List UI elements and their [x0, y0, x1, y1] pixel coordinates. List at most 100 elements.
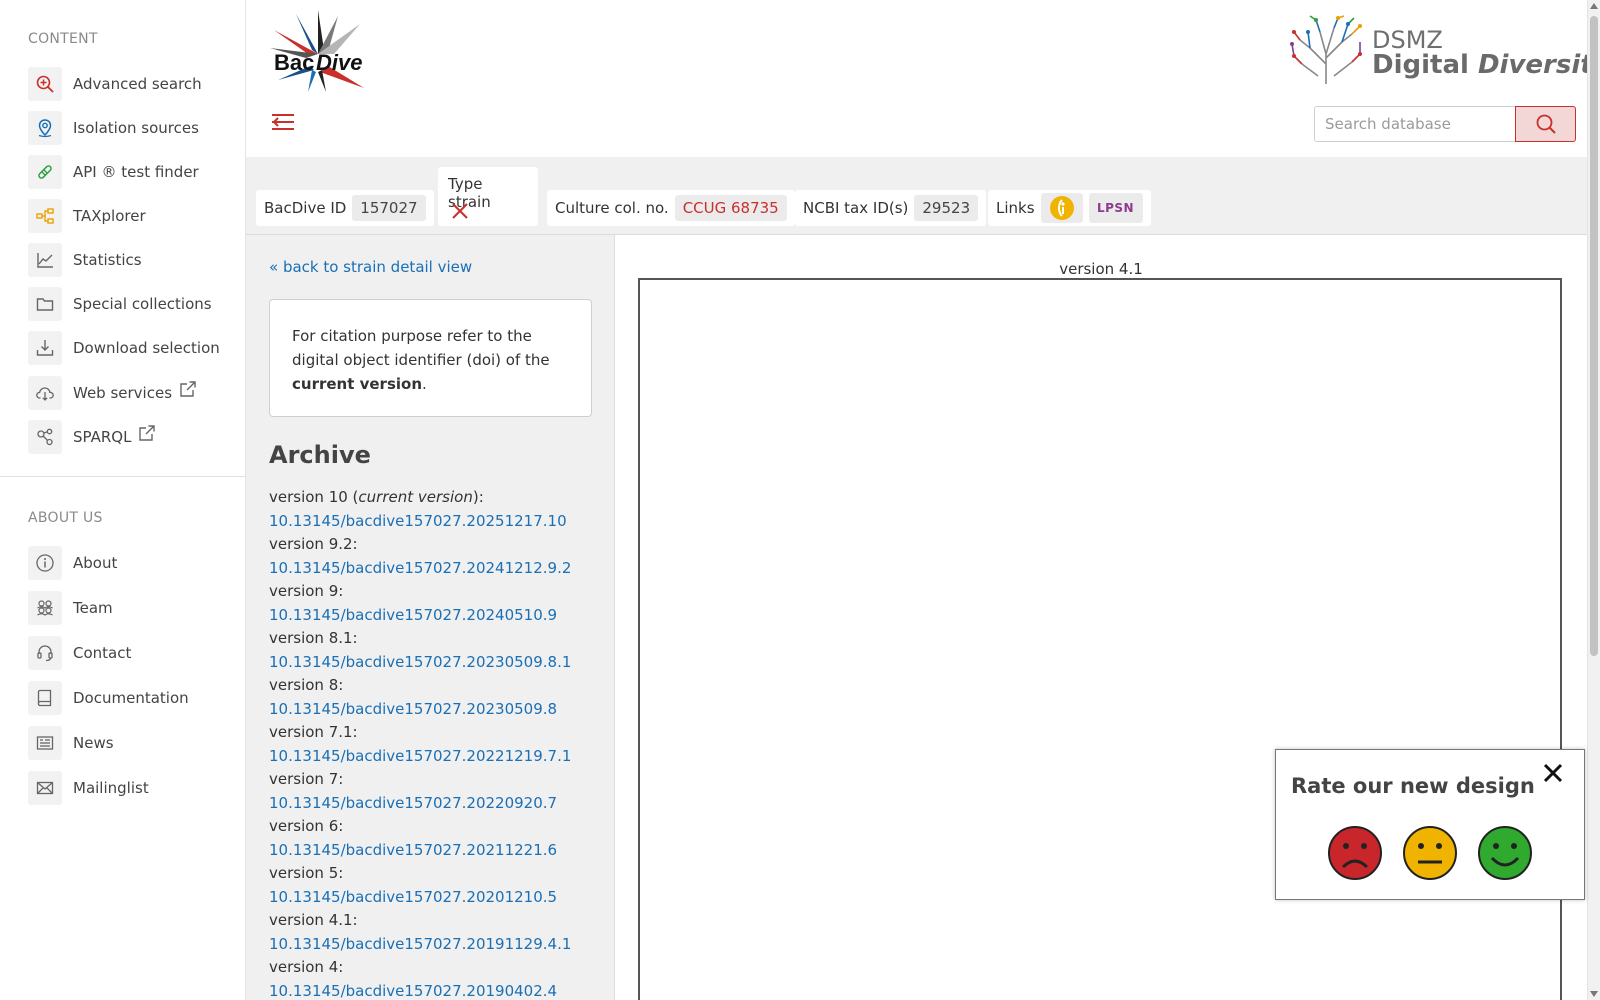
share-nodes-icon: [28, 420, 62, 454]
archive-doi-link[interactable]: 10.13145/bacdive157027.20191129.4.1: [269, 933, 609, 957]
team-icon: [28, 591, 62, 625]
envelope-icon: [28, 771, 62, 805]
dsmz-logo[interactable]: DSMZ Digital Diversity: [1290, 14, 1600, 86]
archive-doi-link[interactable]: 10.13145/bacdive157027.20240510.9: [269, 604, 609, 628]
ncbi-label: NCBI tax ID(s): [803, 199, 909, 217]
hierarchy-icon: [28, 199, 62, 233]
archive-version-label: version 8.1:: [269, 629, 358, 647]
archive-title: Archive: [269, 441, 371, 469]
page-scrollbar[interactable]: [1587, 0, 1600, 1000]
links-chip: Links LPSN: [988, 190, 1151, 226]
archive-panel: « back to strain detail view For citatio…: [246, 235, 615, 1000]
nav-contact[interactable]: Contact: [28, 635, 238, 671]
newspaper-icon: [28, 726, 62, 760]
strain-info-bar: BacDive ID 157027 Type strain Culture co…: [246, 157, 1587, 235]
back-to-strain-link[interactable]: « back to strain detail view: [269, 258, 472, 276]
folder-icon: [28, 287, 62, 321]
nav-label: TAXplorer: [73, 207, 146, 225]
bacdive-id-value: 157027: [352, 195, 426, 221]
archive-doi-link[interactable]: 10.13145/bacdive157027.20230509.8.1: [269, 651, 609, 675]
cross-icon: [452, 203, 468, 219]
sad-face-icon[interactable]: [1327, 825, 1383, 881]
nav-label: API ® test finder: [73, 163, 199, 181]
search-icon: [1536, 114, 1556, 134]
lpsn-link[interactable]: LPSN: [1088, 193, 1143, 223]
nav-sparql[interactable]: SPARQL: [28, 419, 238, 455]
archive-doi-link[interactable]: 10.13145/bacdive157027.20201210.5: [269, 886, 609, 910]
links-label: Links: [996, 199, 1035, 217]
nav-label: Download selection: [73, 339, 220, 357]
version-text: version 10 (: [269, 488, 359, 506]
magnifier-plus-icon: [28, 67, 62, 101]
dsmz-logo-line2: Digital Diversity: [1372, 52, 1600, 78]
nav-taxplorer[interactable]: TAXplorer: [28, 198, 238, 234]
scrollbar-thumb[interactable]: [1590, 16, 1598, 656]
archive-list: version 10 (current version): 10.13145/b…: [269, 486, 609, 1000]
line-chart-icon: [28, 243, 62, 277]
nav-news[interactable]: News: [28, 725, 238, 761]
nav-label: Advanced search: [73, 75, 202, 93]
dsmz-logo-diversity: Diversity: [1477, 50, 1600, 80]
nav-label: Web services: [73, 384, 173, 402]
nav-documentation[interactable]: Documentation: [28, 680, 238, 716]
citation-bold: current version: [292, 375, 423, 393]
archive-version-label: version 6:: [269, 817, 344, 835]
straininfo-icon: [1049, 196, 1074, 220]
close-icon[interactable]: [1540, 760, 1566, 786]
sidebar: CONTENT Advanced search Isolation source…: [0, 0, 246, 1000]
happy-face-icon[interactable]: [1477, 825, 1533, 881]
external-link-icon: [139, 425, 156, 441]
citation-end: .: [422, 375, 427, 393]
scroll-down-arrow-icon[interactable]: [1590, 991, 1598, 997]
archive-doi-link[interactable]: 10.13145/bacdive157027.20230509.8: [269, 698, 609, 722]
nav-about[interactable]: About: [28, 545, 238, 581]
nav-statistics[interactable]: Statistics: [28, 242, 238, 278]
neutral-face-icon[interactable]: [1402, 825, 1458, 881]
archive-doi-link[interactable]: 10.13145/bacdive157027.20221219.7.1: [269, 745, 609, 769]
culture-value-link[interactable]: CCUG 68735: [674, 195, 787, 221]
cloud-download-icon: [28, 376, 62, 410]
ncbi-value[interactable]: 29523: [914, 195, 979, 221]
nav-label: Documentation: [73, 689, 189, 707]
citation-note: For citation purpose refer to the digita…: [269, 299, 592, 417]
info-icon: [28, 546, 62, 580]
sidebar-divider: [0, 476, 246, 477]
archive-version-label: version 5:: [269, 864, 344, 882]
nav-label: Team: [73, 599, 113, 617]
straininfo-link[interactable]: [1040, 193, 1083, 223]
rating-popup: Rate our new design: [1275, 749, 1585, 900]
version-label: version 4.1: [1059, 260, 1143, 278]
culture-label: Culture col. no.: [555, 199, 669, 217]
nav-team[interactable]: Team: [28, 590, 238, 626]
search-input[interactable]: [1314, 106, 1516, 142]
nav-advanced-search[interactable]: Advanced search: [28, 66, 238, 102]
archive-doi-link[interactable]: 10.13145/bacdive157027.20241212.9.2: [269, 557, 609, 581]
nav-label: Contact: [73, 644, 132, 662]
archive-version-label: version 7.1:: [269, 723, 358, 741]
rating-title: Rate our new design: [1291, 774, 1535, 798]
search-button[interactable]: [1515, 106, 1576, 142]
scroll-up-arrow-icon[interactable]: [1590, 3, 1598, 9]
type-strain-chip: Type strain: [438, 167, 538, 226]
nav-mailinglist[interactable]: Mailinglist: [28, 770, 238, 806]
bacdive-logo[interactable]: Bac Dive: [268, 10, 370, 92]
version-end: ):: [472, 488, 484, 506]
nav-web-services[interactable]: Web services: [28, 375, 238, 411]
nav-isolation-sources[interactable]: Isolation sources: [28, 110, 238, 146]
dsmz-tree-icon: [1290, 15, 1362, 84]
archive-doi-link[interactable]: 10.13145/bacdive157027.20220920.7: [269, 792, 609, 816]
nav-label: Statistics: [73, 251, 142, 269]
dsmz-logo-digital: Digital: [1372, 50, 1478, 80]
nav-special-collections[interactable]: Special collections: [28, 286, 238, 322]
nav-api-test-finder[interactable]: API ® test finder: [28, 154, 238, 190]
archive-version-label: version 8:: [269, 676, 344, 694]
book-icon: [28, 681, 62, 715]
archive-doi-link[interactable]: 10.13145/bacdive157027.20211221.6: [269, 839, 609, 863]
nav-download-selection[interactable]: Download selection: [28, 330, 238, 366]
archive-doi-link[interactable]: 10.13145/bacdive157027.20251217.10: [269, 510, 609, 534]
test-strip-icon: [28, 155, 62, 189]
archive-doi-link[interactable]: 10.13145/bacdive157027.20190402.4: [269, 980, 609, 1000]
nav-label: Mailinglist: [73, 779, 149, 797]
svg-text:Dive: Dive: [316, 50, 362, 75]
menu-collapse-icon[interactable]: [270, 110, 296, 134]
